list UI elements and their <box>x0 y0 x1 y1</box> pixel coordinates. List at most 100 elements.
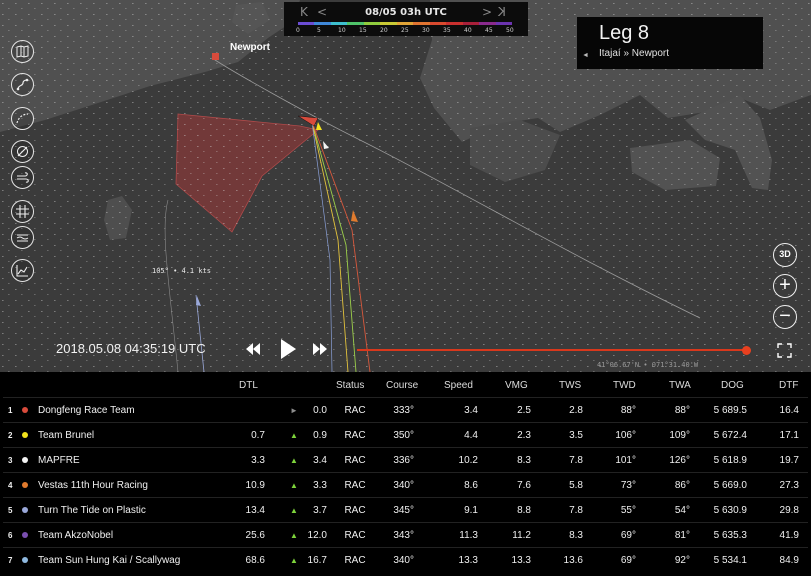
table-row[interactable]: 6 Team AkzoNobel ▲ 25.6 12.0 RAC 343° 11.3 11.2 8… <box>3 522 808 547</box>
zoom-out-button[interactable]: − <box>773 305 797 329</box>
rank-number: 4 <box>8 481 13 490</box>
next-step-button[interactable]: > <box>482 5 492 19</box>
view-3d-button[interactable]: 3D <box>773 243 797 267</box>
scale-label: 15 <box>359 27 367 34</box>
zoom-in-button[interactable]: + <box>773 274 797 298</box>
cell-dtl: 25.6 <box>245 530 265 541</box>
collapse-arrow-icon[interactable]: ◄ <box>582 52 589 59</box>
scale-swatch <box>446 22 463 25</box>
table-row[interactable]: 2 Team Brunel ▲ 0.7 0.9 RAC 350° 4.4 2.3 3.5 106° 1… <box>3 422 808 447</box>
cell-vmg: 11.2 <box>512 530 531 541</box>
cell-dog: 5 630.9 <box>713 505 747 516</box>
scale-label: 40 <box>464 27 472 34</box>
header-dtf[interactable]: DTF <box>779 380 798 391</box>
wind-icon[interactable] <box>11 166 34 189</box>
header-course[interactable]: Course <box>386 380 418 391</box>
scale-label: 30 <box>422 27 430 34</box>
header-tws[interactable]: TWS <box>559 380 581 391</box>
cell-twd: 55° <box>620 505 636 516</box>
cell-course: 345° <box>393 505 414 516</box>
header-vmg[interactable]: VMG <box>505 380 528 391</box>
cell-twd: 73° <box>620 480 636 491</box>
cell-delta: 3.7 <box>313 505 327 516</box>
cell-dog: 5 672.4 <box>713 430 747 441</box>
grid-icon[interactable] <box>11 200 34 223</box>
playback-timeline[interactable] <box>357 349 746 351</box>
scale-label: 35 <box>443 27 451 34</box>
cell-twa: 92° <box>674 555 690 566</box>
header-speed[interactable]: Speed <box>444 380 473 391</box>
scale-swatch <box>462 22 480 25</box>
header-twa[interactable]: TWA <box>669 380 691 391</box>
header-dog[interactable]: DOG <box>721 380 744 391</box>
cell-course: 340° <box>393 555 414 566</box>
fullscreen-icon[interactable] <box>777 343 792 358</box>
cell-status: RAC <box>344 405 366 416</box>
table-row[interactable]: 7 Team Sun Hung Kai / Scallywag ▲ 68.6 16.7 R… <box>3 547 808 572</box>
fast-forward-icon[interactable] <box>312 339 328 359</box>
rank-number: 3 <box>8 456 13 465</box>
scale-swatch <box>479 22 496 25</box>
team-color-dot <box>22 457 28 463</box>
cell-tws: 3.5 <box>569 430 583 441</box>
rank-number: 6 <box>8 531 13 540</box>
cell-twd: 88° <box>620 405 636 416</box>
team-color-dot <box>22 532 28 538</box>
cell-dtl: 10.9 <box>245 480 265 491</box>
playback-datetime: 2018.05.08 04:35:19 UTC <box>56 341 206 356</box>
compass-icon[interactable] <box>11 140 34 163</box>
cell-course: 350° <box>393 430 414 441</box>
cell-speed: 8.6 <box>464 480 478 491</box>
cell-dog: 5 618.9 <box>713 455 747 466</box>
cell-status: RAC <box>344 505 366 516</box>
rank-number: 2 <box>8 431 13 440</box>
rank-number: 1 <box>8 406 13 415</box>
cell-speed: 10.2 <box>458 455 478 466</box>
rank-number: 5 <box>8 506 13 515</box>
cell-twd: 106° <box>615 430 636 441</box>
cell-vmg: 8.8 <box>517 505 531 516</box>
header-twd[interactable]: TWD <box>613 380 636 391</box>
trend-up-icon: ▲ <box>290 456 298 465</box>
table-row[interactable]: 1 Dongfeng Race Team ► 0.0 RAC 333° 3.4 2.5 2.8 8… <box>3 397 808 422</box>
chart-icon[interactable] <box>11 259 34 282</box>
cell-tws: 13.6 <box>563 555 583 566</box>
route-icon[interactable] <box>11 73 34 96</box>
newport-marker <box>212 53 219 60</box>
rewind-icon[interactable] <box>245 339 261 359</box>
header-status[interactable]: Status <box>336 380 364 391</box>
table-row[interactable]: 4 Vestas 11th Hour Racing ▲ 10.9 3.3 RAC 340° 8… <box>3 472 808 497</box>
cell-tws: 7.8 <box>569 505 583 516</box>
cell-status: RAC <box>344 530 366 541</box>
distance-arc-icon[interactable] <box>11 107 34 130</box>
timeline-handle[interactable] <box>742 346 751 355</box>
currents-icon[interactable] <box>11 226 34 249</box>
race-map[interactable]: K < 08/05 03h UTC > K 0 5 10 15 20 25 30 35 40 45… <box>0 0 811 372</box>
trend-up-icon: ▲ <box>290 481 298 490</box>
cell-twa: 126° <box>669 455 690 466</box>
wind-speed-scale-labels: 0 5 10 15 20 25 30 35 40 45 50 <box>292 27 524 36</box>
cell-course: 333° <box>393 405 414 416</box>
cursor-coordinates: 41°06.67'N • 071°31.40'W <box>597 361 699 369</box>
map-layers-icon[interactable] <box>11 40 34 63</box>
cell-tws: 7.8 <box>569 455 583 466</box>
trend-up-icon: ▲ <box>290 531 298 540</box>
cell-tws: 5.8 <box>569 480 583 491</box>
cell-dtf: 84.9 <box>779 555 799 566</box>
cell-delta: 0.0 <box>313 405 327 416</box>
table-row[interactable]: 5 Turn The Tide on Plastic ▲ 13.4 3.7 RAC 345°… <box>3 497 808 522</box>
trend-up-icon: ▲ <box>290 556 298 565</box>
cell-tws: 2.8 <box>569 405 583 416</box>
cell-dtl: 68.6 <box>245 555 265 566</box>
boat-heading-speed-label: 105° • 4.1 kts <box>152 267 212 275</box>
cell-status: RAC <box>344 430 366 441</box>
trend-up-icon: ▲ <box>290 506 298 515</box>
scale-swatch <box>380 22 397 25</box>
team-name: MAPFRE <box>38 455 80 466</box>
header-dtl[interactable]: DTL <box>239 380 258 391</box>
table-row[interactable]: 3 MAPFRE ▲ 3.3 3.4 RAC 336° 10.2 8.3 7.8 101° 126° 5… <box>3 447 808 472</box>
play-icon[interactable] <box>278 337 298 361</box>
cell-course: 340° <box>393 480 414 491</box>
cell-dog: 5 635.3 <box>713 530 747 541</box>
last-step-button[interactable]: K <box>498 5 506 19</box>
